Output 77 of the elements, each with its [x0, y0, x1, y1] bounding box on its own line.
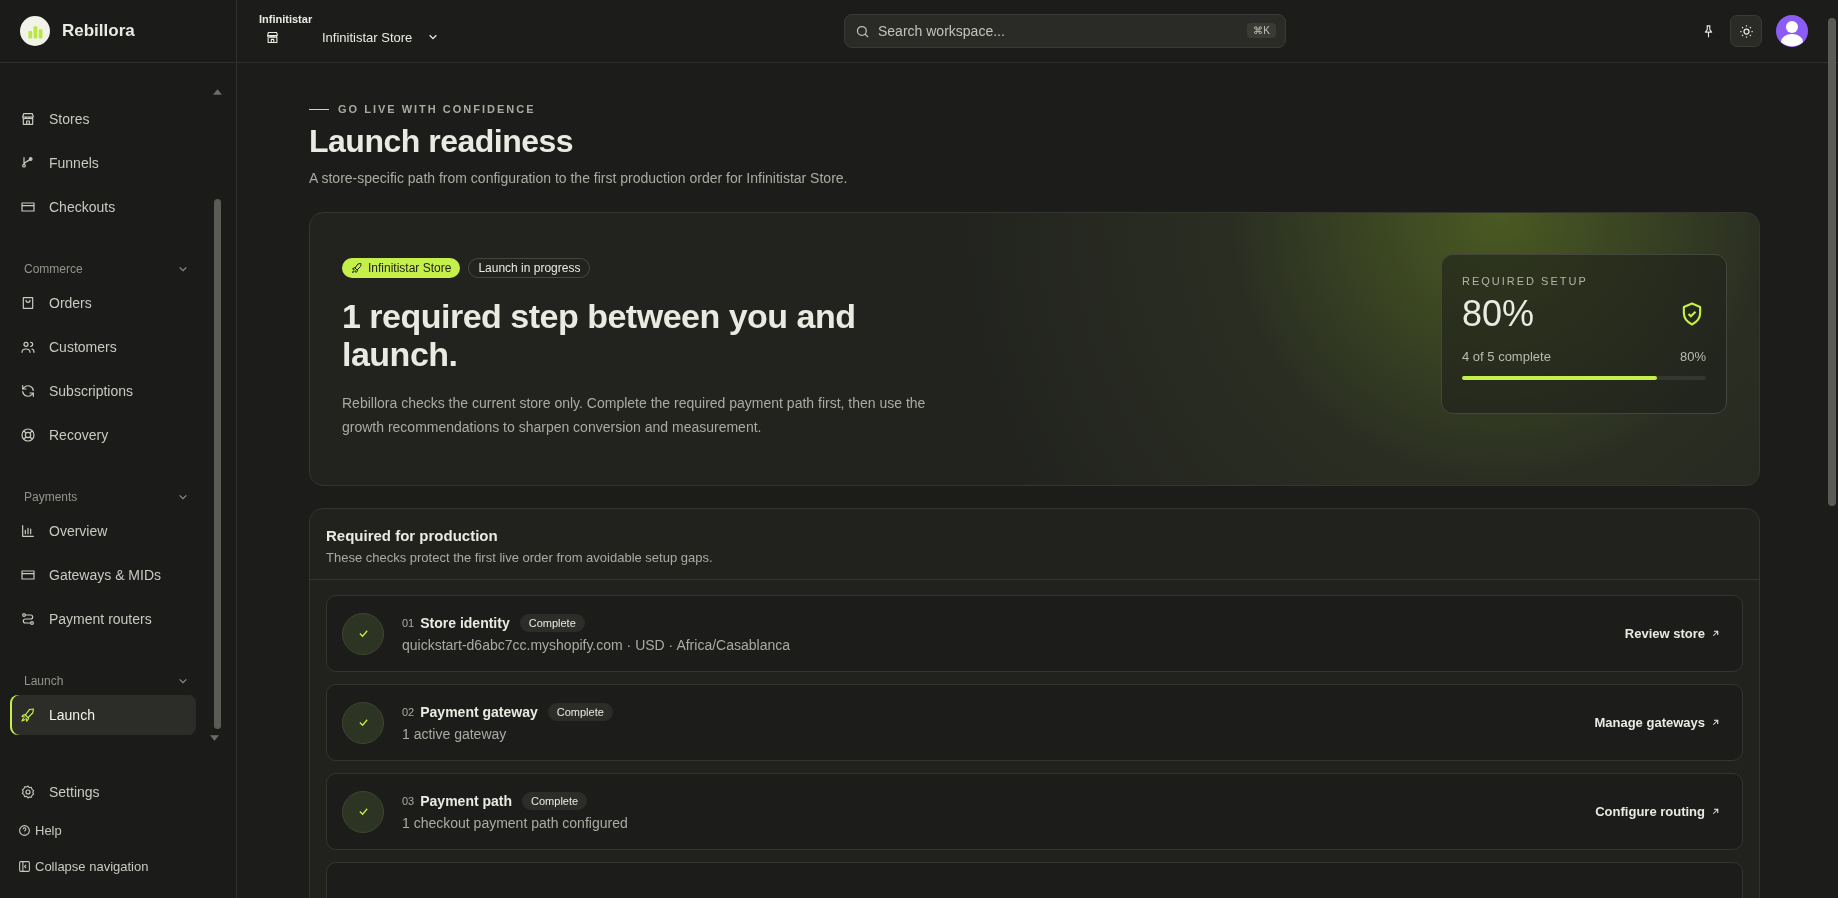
nav-item[interactable]: Overview — [10, 511, 196, 551]
step-action-link[interactable]: Review store — [1624, 626, 1720, 641]
section-title: Launch — [24, 674, 64, 688]
shortcut-hint: ⌘K — [1247, 23, 1276, 38]
nav-item[interactable]: Payment routers — [10, 599, 196, 639]
step-action-link[interactable]: Manage gateways — [1594, 715, 1720, 730]
hero-description: Rebillora checks the current store only. Complete the required payment path first, then use the growth recommendations to sharpen conversion and measurement. — [342, 393, 927, 438]
nav-item[interactable]: Gateways & MIDs — [10, 555, 196, 595]
step-action-link[interactable]: Configure routing — [1595, 804, 1720, 819]
page-title: Launch readiness — [309, 123, 575, 160]
nav-icon — [20, 567, 36, 583]
nav-icon — [20, 427, 36, 443]
step-detail: 1 active gateway — [402, 726, 508, 742]
logo-icon — [20, 16, 50, 46]
step-detail: 1 checkout payment path configured — [402, 815, 629, 831]
help-icon — [18, 823, 31, 837]
store-selector[interactable]: Infinitistar Store — [259, 24, 509, 50]
status-badge: Complete — [522, 792, 588, 810]
external-arrow-icon — [1711, 629, 1720, 638]
scrollbar[interactable] — [214, 199, 221, 729]
store-badge: Infinitistar Store — [342, 258, 461, 279]
chevron-icon — [428, 32, 439, 42]
nav-icon — [20, 611, 36, 627]
nav-icon — [20, 111, 36, 127]
progress-reading: 80% — [1679, 349, 1706, 364]
help-link[interactable]: Help — [10, 812, 226, 848]
avatar[interactable] — [1776, 15, 1808, 47]
scroll-up-icon[interactable] — [213, 89, 222, 95]
nav-item[interactable]: Checkouts — [10, 187, 196, 227]
nav-item[interactable]: Customers — [10, 327, 196, 367]
setup-percent: 80% — [1462, 293, 1535, 335]
step-number: 02 — [402, 706, 415, 718]
step-title: Store identity — [420, 615, 510, 631]
collapse-link[interactable]: Collapse navigation — [10, 848, 226, 884]
theme-toggle-button[interactable] — [1730, 15, 1762, 47]
nav-item[interactable]: Subscriptions — [10, 371, 196, 411]
settings-link[interactable]: Settings — [10, 772, 196, 812]
section-title: Payments — [24, 490, 78, 504]
sun-icon — [1738, 23, 1754, 39]
nav-item[interactable]: Recovery — [10, 415, 196, 455]
scrollbar[interactable] — [1828, 18, 1836, 506]
chevron-icon[interactable] — [178, 676, 188, 686]
nav-icon — [20, 295, 36, 311]
nav-icon — [20, 199, 36, 215]
status-badge: Complete — [519, 614, 585, 632]
section-title: Commerce — [24, 262, 83, 276]
panel-title: Required for production — [326, 527, 499, 544]
brand-name: Rebillora — [62, 21, 135, 41]
external-arrow-icon — [1711, 718, 1720, 727]
nav-item[interactable]: Orders — [10, 283, 196, 323]
nav-icon — [20, 339, 36, 355]
nav-icon — [20, 707, 36, 723]
nav-icon — [20, 383, 36, 399]
nav-item[interactable]: Funnels — [10, 143, 196, 183]
step-detail: quickstart-d6abc7cc.myshopify.com · USD · Africa/Casablanca — [402, 637, 791, 653]
collapse-icon — [18, 859, 31, 873]
hero-headline: 1 required step between you and launch. — [342, 298, 857, 373]
nav-item[interactable]: Launch — [10, 695, 196, 735]
page-subtitle: A store-specific path from configuration to the first production order for Infinitistar Store. — [309, 170, 849, 186]
progress-text: 4 of 5 complete — [1462, 349, 1551, 364]
panel-subtitle: These checks protect the first live order from avoidable setup gaps. — [326, 550, 714, 565]
step-number: 01 — [402, 617, 415, 629]
nav-item[interactable]: Stores — [10, 99, 196, 139]
workspace-label: Infinitistar — [259, 12, 314, 25]
chevron-icon[interactable] — [178, 492, 188, 502]
step-number: 03 — [402, 795, 415, 807]
store-icon — [265, 29, 280, 45]
settings-icon — [20, 784, 36, 800]
setup-label: REQUIRED SETUP — [1462, 275, 1589, 287]
external-arrow-icon — [1711, 807, 1720, 816]
scroll-down-icon[interactable] — [210, 735, 219, 741]
status-badge: Complete — [547, 703, 613, 721]
chevron-icon[interactable] — [178, 264, 188, 274]
step-title: Payment path — [420, 793, 513, 809]
step-title: Payment gateway — [420, 704, 538, 720]
eyebrow-text: GO LIVE WITH CONFIDENCE — [338, 103, 536, 115]
nav-icon — [20, 523, 36, 539]
